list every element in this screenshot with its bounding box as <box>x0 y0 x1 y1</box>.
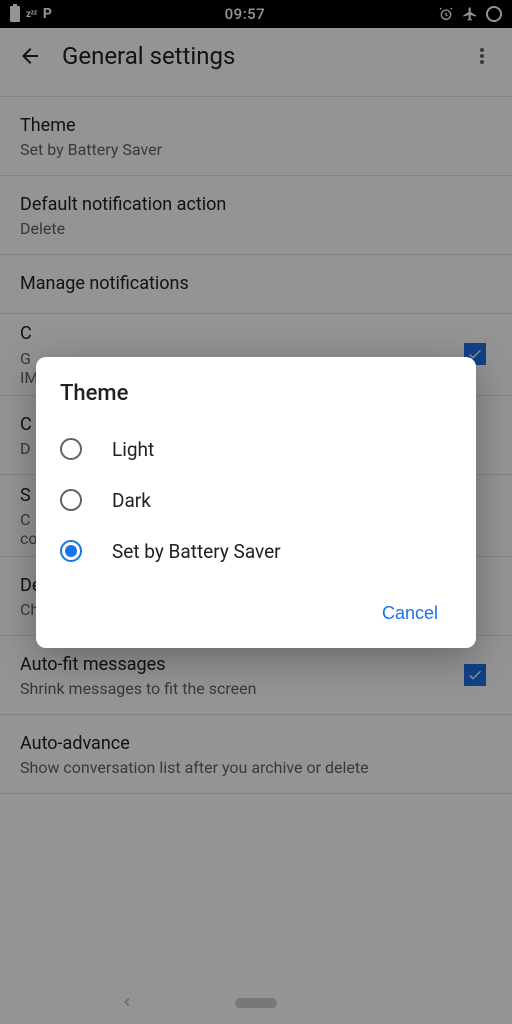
radio-option-battery-saver[interactable]: Set by Battery Saver <box>60 526 452 577</box>
radio-option-dark[interactable]: Dark <box>60 475 452 526</box>
dialog-title: Theme <box>60 381 452 406</box>
dialog-actions: Cancel <box>60 593 452 634</box>
radio-icon <box>60 438 82 460</box>
radio-label: Dark <box>112 489 151 512</box>
radio-label: Set by Battery Saver <box>112 540 281 563</box>
theme-dialog: Theme Light Dark Set by Battery Saver Ca… <box>36 357 476 648</box>
radio-option-light[interactable]: Light <box>60 424 452 475</box>
dialog-scrim[interactable]: Theme Light Dark Set by Battery Saver Ca… <box>0 0 512 1024</box>
radio-icon <box>60 489 82 511</box>
radio-inner-icon <box>65 545 77 557</box>
screen: zᶻᶻ P 09:57 General settings Theme Set b… <box>0 0 512 1024</box>
radio-label: Light <box>112 438 154 461</box>
radio-icon <box>60 540 82 562</box>
cancel-button[interactable]: Cancel <box>368 593 452 634</box>
